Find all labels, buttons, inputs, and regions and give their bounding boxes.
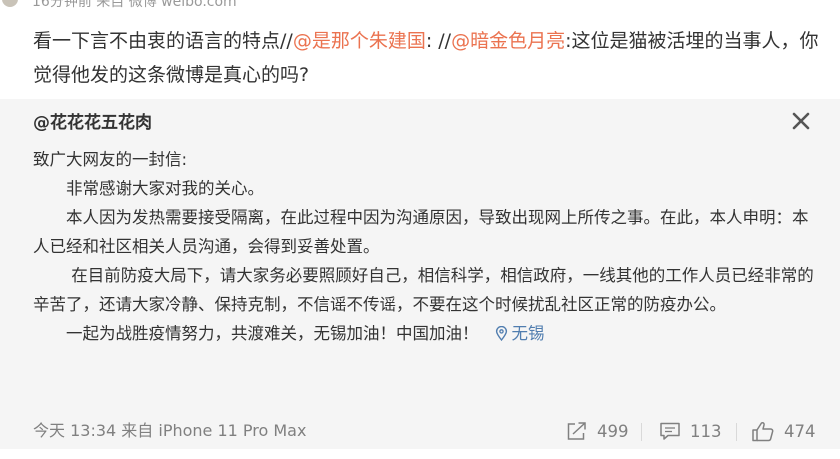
post-text: 看一下言不由衷的语言的特点//@是那个朱建国: //@暗金色月亮:这位是猫被活埋…: [33, 24, 823, 92]
reposted-content: @花花花五花肉 致广大网友的一封信: 非常感谢大家对我的关心。 本人因为发热需要…: [0, 99, 840, 413]
repost-author-link[interactable]: @花花花五花肉: [33, 110, 152, 136]
repost-button[interactable]: 499: [566, 419, 629, 443]
repost-body: 致广大网友的一封信: 非常感谢大家对我的关心。 本人因为发热需要接受隔离，在此过…: [33, 145, 823, 348]
repost-footer: 今天 13:34 来自 iPhone 11 Pro Max 499 113 47…: [0, 413, 840, 449]
comment-button[interactable]: 113: [659, 419, 722, 443]
comment-icon: [660, 422, 680, 440]
repost-paragraph: 在目前防疫大局下，请大家务必要照顾好自己，相信科学，相信政府，一线其他的工作人员…: [33, 266, 814, 314]
like-count: 474: [784, 421, 816, 441]
close-button[interactable]: [790, 110, 812, 132]
repost-count: 499: [597, 421, 629, 441]
close-icon: [792, 112, 810, 130]
avatar[interactable]: [2, 0, 18, 7]
post-meta-text: 16分钟前 来自 微博 weibo.com: [32, 0, 237, 10]
repost-paragraph-last: 一起为战胜疫情努力，共渡难关，无锡加油！中国加油！ 无锡: [33, 319, 823, 348]
comment-count: 113: [690, 421, 722, 441]
post-text-segment: 看一下言不由衷的语言的特点//: [33, 30, 293, 52]
repost-paragraph: 一起为战胜疫情努力，共渡难关，无锡加油！中国加油！: [33, 324, 479, 343]
like-icon: [752, 421, 774, 441]
repost-paragraph: 非常感谢大家对我的关心。: [33, 179, 264, 198]
repost-paragraph: 本人因为发热需要接受隔离，在此过程中因为沟通原因，导致出现网上所传之事。在此，本…: [33, 208, 809, 256]
share-icon: [567, 422, 586, 440]
post-meta: 16分钟前 来自 微博 weibo.com: [0, 0, 237, 10]
post-text-segment: : //: [425, 30, 452, 52]
location-label: 无锡: [511, 324, 545, 343]
time-source[interactable]: 今天 13:34 来自 iPhone 11 Pro Max: [33, 419, 306, 443]
location-pin-icon: [495, 326, 507, 341]
repost-paragraph: 致广大网友的一封信:: [33, 150, 188, 169]
mention-link[interactable]: @是那个朱建国: [293, 30, 426, 52]
location-link[interactable]: 无锡: [495, 324, 545, 343]
mention-link[interactable]: @暗金色月亮: [451, 30, 565, 52]
like-button[interactable]: 474: [751, 419, 816, 443]
divider: [736, 423, 737, 441]
weibo-post-card: 16分钟前 来自 微博 weibo.com 看一下言不由衷的语言的特点//@是那…: [0, 0, 840, 459]
divider: [641, 423, 642, 441]
